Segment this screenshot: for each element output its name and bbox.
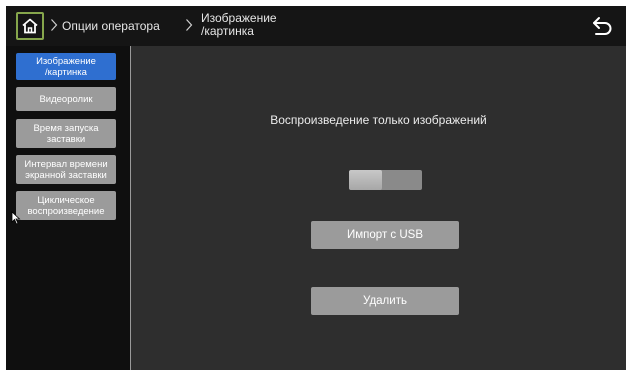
chevron-right-icon: [51, 19, 58, 31]
screen: Опции оператора Изображение /картинка Из…: [6, 6, 626, 370]
back-arrow-icon[interactable]: [590, 15, 614, 37]
breadcrumb-current-page: Изображение /картинка: [201, 11, 277, 38]
toggle-knob[interactable]: [349, 170, 382, 190]
sidebar-item-video[interactable]: Видеоролик: [16, 87, 116, 111]
sidebar: Изображение /картинка Видеоролик Время з…: [6, 46, 131, 370]
top-bar: Опции оператора Изображение /картинка: [6, 6, 626, 46]
main-panel: Воспроизведение только изображений Импор…: [131, 46, 626, 370]
delete-button[interactable]: Удалить: [311, 287, 459, 315]
sidebar-item-image[interactable]: Изображение /картинка: [16, 53, 116, 80]
import-usb-button[interactable]: Импорт с USB: [311, 221, 459, 249]
chevron-right-icon: [186, 19, 193, 31]
home-icon: [22, 18, 38, 34]
images-only-toggle[interactable]: [349, 170, 422, 190]
breadcrumb-operator-options[interactable]: Опции оператора: [62, 19, 160, 33]
sidebar-item-screensaver-start-time[interactable]: Время запуска заставки: [16, 119, 116, 148]
playback-mode-label: Воспроизведение только изображений: [270, 113, 487, 127]
mouse-cursor-icon: [11, 211, 21, 225]
sidebar-item-loop-playback[interactable]: Циклическое воспроизведение: [16, 191, 116, 220]
home-button[interactable]: [16, 12, 44, 40]
sidebar-item-screensaver-interval[interactable]: Интервал времени экранной заставки: [16, 155, 116, 184]
